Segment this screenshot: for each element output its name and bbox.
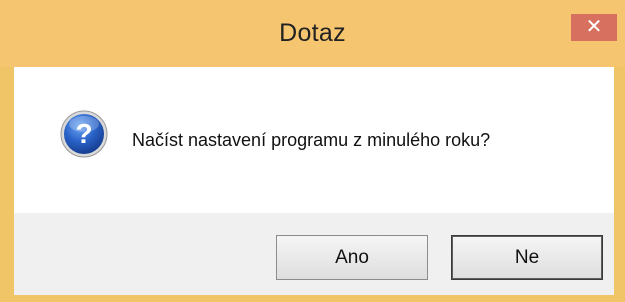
window-title: Dotaz (279, 19, 346, 47)
title-bar[interactable]: Dotaz ✕ (0, 0, 625, 67)
button-area: Ano Ne (14, 213, 614, 295)
message-area: ? Načíst nastavení programu z minulého r… (14, 67, 614, 213)
dialog-window: Dotaz ✕ ? Načíst nastavení programu z mi… (0, 0, 625, 302)
close-icon: ✕ (585, 16, 603, 38)
svg-text:?: ? (75, 118, 92, 149)
close-button[interactable]: ✕ (571, 14, 617, 41)
yes-button[interactable]: Ano (276, 235, 428, 280)
no-button[interactable]: Ne (451, 235, 603, 280)
message-text: Načíst nastavení programu z minulého rok… (132, 130, 491, 150)
dialog-body: ? Načíst nastavení programu z minulého r… (14, 67, 614, 295)
question-icon: ? (60, 110, 108, 158)
